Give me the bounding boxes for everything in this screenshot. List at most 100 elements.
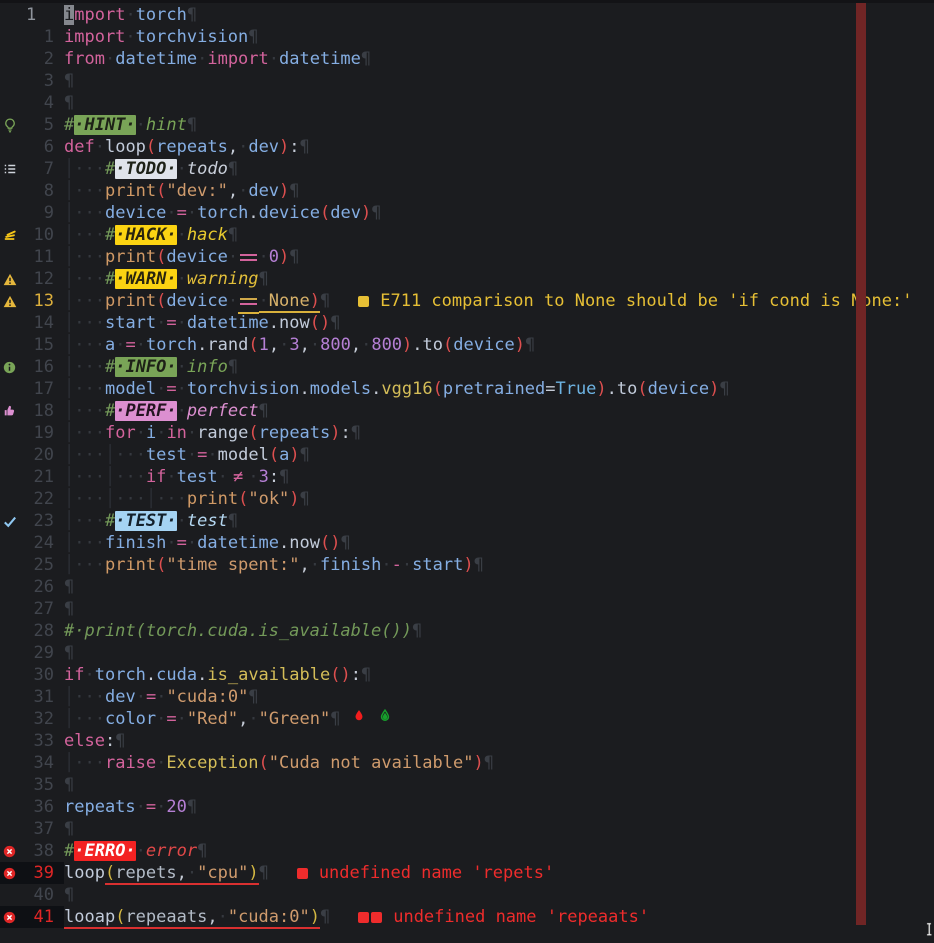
- error-circle-icon: [0, 862, 26, 884]
- line-number: 23: [26, 510, 54, 532]
- gutter-gap: [54, 70, 64, 92]
- line-number: 30: [26, 664, 54, 686]
- line-number: 1: [26, 26, 54, 48]
- code-row[interactable]: 21│···│···if·test·≠·3:¶: [0, 466, 934, 488]
- code-row[interactable]: 31│···dev·=·"cuda:0"¶: [0, 686, 934, 708]
- code-line: #·HINT··hint¶: [64, 114, 197, 136]
- gutter-gap: [54, 180, 64, 202]
- sign-column: [0, 378, 26, 400]
- code-row[interactable]: 2 from·datetime·import·datetime¶: [0, 48, 934, 70]
- code-row[interactable]: 9│···device·=·torch.device(dev)¶: [0, 202, 934, 224]
- code-row[interactable]: 3¶: [0, 70, 934, 92]
- code-row[interactable]: 33else:¶: [0, 730, 934, 752]
- code-line: looap(repeaats,·"cuda:0")¶: [64, 906, 330, 928]
- code-row[interactable]: 11│···print(device·==·0)¶: [0, 246, 934, 268]
- gutter-gap: [54, 620, 64, 642]
- gutter-gap: [54, 26, 64, 48]
- code-row[interactable]: 13│···print(device·==·None)¶E711 compari…: [0, 290, 934, 312]
- code-row[interactable]: 16│···#·INFO··info¶: [0, 356, 934, 378]
- code-row[interactable]: 38#·ERRO··error¶: [0, 840, 934, 862]
- code-line: │···raise·Exception("Cuda not available"…: [64, 752, 494, 774]
- code-row[interactable]: 22│···│···│···print("ok")¶: [0, 488, 934, 510]
- code-row[interactable]: 26¶: [0, 576, 934, 598]
- code-row[interactable]: 28#·print(torch.cuda.is_available())¶: [0, 620, 934, 642]
- code-row[interactable]: 41looap(repeaats,·"cuda:0")¶undefined na…: [0, 906, 934, 928]
- code-line: │···print("dev:",·dev)¶: [64, 180, 300, 202]
- line-number: 40: [26, 884, 54, 906]
- code-row[interactable]: 15│···a·=·torch.rand(1,·3,·800,·800).to(…: [0, 334, 934, 356]
- sign-column: [0, 818, 26, 840]
- line-number: 18: [26, 400, 54, 422]
- gutter-gap: [54, 554, 64, 576]
- line-number: 34: [26, 752, 54, 774]
- line-number: 19: [26, 422, 54, 444]
- gutter-gap: [54, 312, 64, 334]
- code-row[interactable]: 14│···start·=·datetime.now()¶: [0, 312, 934, 334]
- diagnostic-virtual-text: undefined name 'repeaats': [358, 906, 649, 928]
- code-line: │···for·i·in·range(repeats):¶: [64, 422, 361, 444]
- code-row[interactable]: 19 │···for·i·in·range(repeats):¶: [0, 422, 934, 444]
- code-row[interactable]: 23│···#·TEST··test¶: [0, 510, 934, 532]
- code-line: │···#·WARN··warning¶: [64, 268, 269, 290]
- code-row[interactable]: 10│···#·HACK··hack¶: [0, 224, 934, 246]
- gutter-gap: [54, 510, 64, 532]
- diagnostic-square-icon: [358, 296, 369, 307]
- code-row[interactable]: 29¶: [0, 642, 934, 664]
- code-row[interactable]: 35¶: [0, 774, 934, 796]
- gutter-gap: [54, 576, 64, 598]
- code-row[interactable]: 7│···#·TODO··todo¶: [0, 158, 934, 180]
- code-line: │···dev·=·"cuda:0"¶: [64, 686, 259, 708]
- code-row[interactable]: 1import·torch¶: [0, 4, 934, 26]
- code-row[interactable]: 6def·loop(repeats,·dev):¶: [0, 136, 934, 158]
- lightbulb-icon: [0, 114, 26, 136]
- code-row[interactable]: 4¶: [0, 92, 934, 114]
- sign-column: [0, 136, 26, 158]
- window-top-edge: [0, 0, 934, 3]
- line-number: 1: [26, 4, 54, 26]
- code-line: #·print(torch.cuda.is_available())¶: [64, 620, 422, 642]
- sign-column: [0, 422, 26, 444]
- code-line: ¶: [64, 884, 74, 906]
- line-number: 26: [26, 576, 54, 598]
- sign-column: [0, 70, 26, 92]
- gutter-gap: [54, 730, 64, 752]
- code-row[interactable]: 34 │···raise·Exception("Cuda not availabl…: [0, 752, 934, 774]
- code-row[interactable]: 27¶: [0, 598, 934, 620]
- code-row[interactable]: 37¶: [0, 818, 934, 840]
- stack-icon: [0, 224, 26, 246]
- code-row[interactable]: 39loop(repets,·"cpu")¶undefined name 're…: [0, 862, 934, 884]
- code-row[interactable]: 8│···print("dev:",·dev)¶: [0, 180, 934, 202]
- gutter-gap: [54, 136, 64, 158]
- line-number: 3: [26, 70, 54, 92]
- code-row[interactable]: 24│···finish·=·datetime.now()¶: [0, 532, 934, 554]
- line-number: 2: [26, 48, 54, 70]
- sign-column: [0, 664, 26, 686]
- code-row[interactable]: 18│···#·PERF··perfect¶: [0, 400, 934, 422]
- code-row[interactable]: 5#·HINT··hint¶: [0, 114, 934, 136]
- code-row[interactable]: 36repeats·=·20¶: [0, 796, 934, 818]
- code-row[interactable]: 20│···│···test·=·model(a)¶: [0, 444, 934, 466]
- code-row[interactable]: 30if·torch.cuda.is_available():¶: [0, 664, 934, 686]
- code-row[interactable]: 17│···model·=·torchvision.models.vgg16(p…: [0, 378, 934, 400]
- code-row[interactable]: 32│···color·=·"Red",·"Green"¶: [0, 708, 934, 730]
- code-line: │···start·=·datetime.now()¶: [64, 312, 341, 334]
- line-number: 37: [26, 818, 54, 840]
- code-line: │···color·=·"Red",·"Green"¶: [64, 708, 341, 730]
- code-row[interactable]: 12│···#·WARN··warning¶: [0, 268, 934, 290]
- code-line: │···model·=·torchvision.models.vgg16(pre…: [64, 378, 730, 400]
- line-number: 6: [26, 136, 54, 158]
- gutter-gap: [54, 686, 64, 708]
- gutter-gap: [54, 48, 64, 70]
- thumbs-up-icon: [0, 400, 26, 422]
- code-row[interactable]: 1import·torchvision¶: [0, 26, 934, 48]
- code-line: from·datetime·import·datetime¶: [64, 48, 371, 70]
- sign-column: [0, 312, 26, 334]
- gutter-gap: [54, 796, 64, 818]
- diagnostic-square-icon: [297, 868, 308, 879]
- code-row[interactable]: 25│···print("time spent:",·finish·-·star…: [0, 554, 934, 576]
- code-row[interactable]: 40 ¶: [0, 884, 934, 906]
- editor-viewport[interactable]: 1import·torch¶1import·torchvision¶2 from·…: [0, 4, 934, 928]
- code-line: ¶: [64, 774, 74, 796]
- code-line: │···│···│···print("ok")¶: [64, 488, 310, 510]
- gutter-gap: [54, 268, 64, 290]
